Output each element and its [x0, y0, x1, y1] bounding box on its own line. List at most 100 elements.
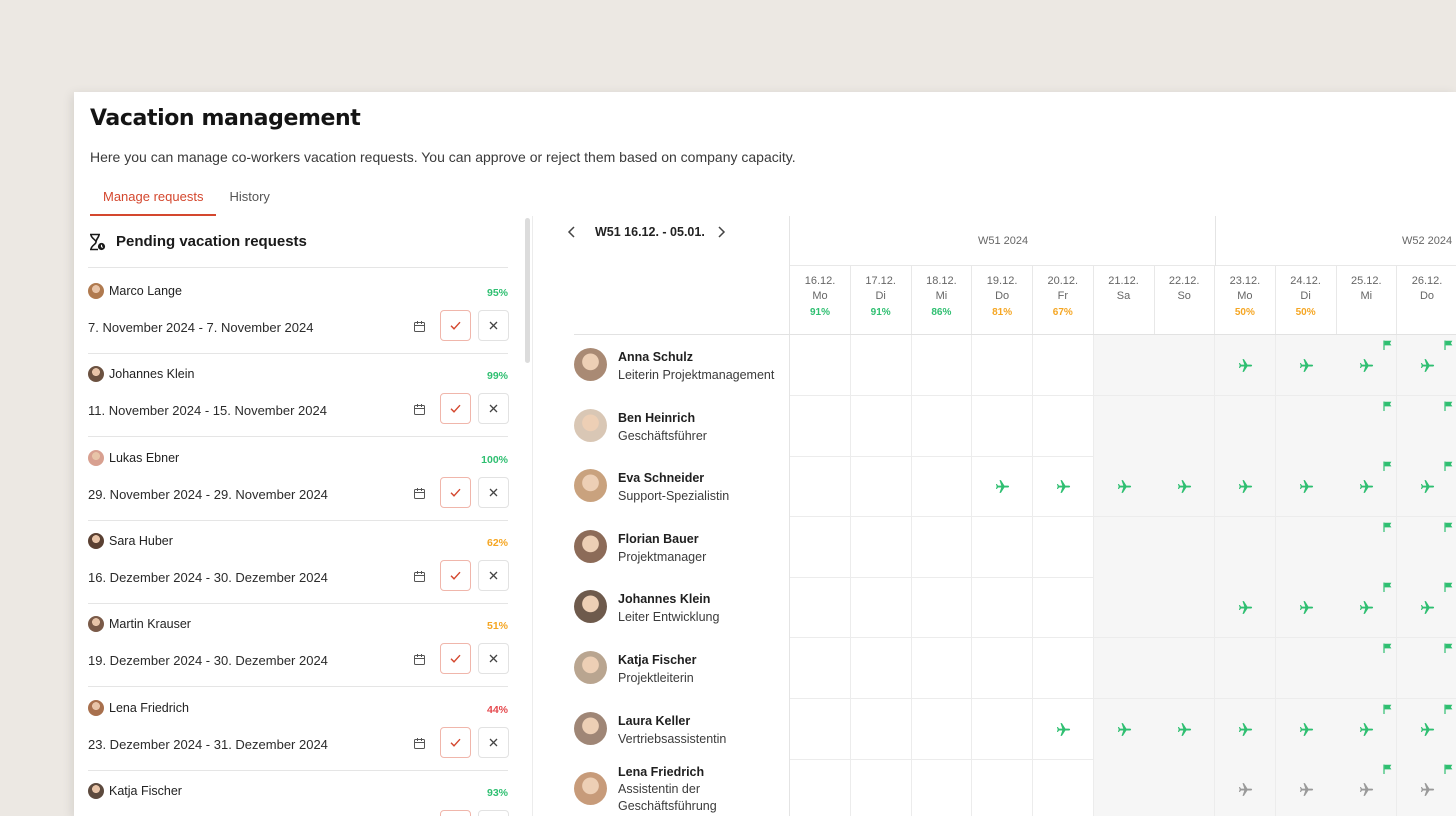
reject-button[interactable]	[478, 559, 509, 591]
calendar-cell[interactable]	[1336, 698, 1398, 760]
approve-button[interactable]	[440, 476, 471, 508]
calendar-cell[interactable]	[1032, 638, 1094, 699]
calendar-cell[interactable]	[850, 516, 912, 578]
calendar-cell[interactable]	[972, 638, 1034, 699]
calendar-cell[interactable]	[1093, 638, 1155, 699]
calendar-cell[interactable]	[911, 759, 973, 816]
calendar-cell[interactable]	[911, 638, 973, 699]
calendar-cell[interactable]	[972, 577, 1034, 639]
calendar-cell[interactable]	[1336, 759, 1398, 816]
calendar-cell[interactable]	[790, 698, 851, 760]
calendar-cell[interactable]	[1032, 395, 1094, 457]
calendar-cell[interactable]	[1397, 759, 1456, 816]
calendar-cell[interactable]	[911, 335, 973, 396]
calendar-cell[interactable]	[850, 395, 912, 457]
calendar-cell[interactable]	[790, 395, 851, 457]
calendar-cell[interactable]	[851, 759, 912, 816]
calendar-cell[interactable]	[1336, 577, 1398, 639]
calendar-cell[interactable]	[1154, 456, 1216, 518]
calendar-cell[interactable]	[1214, 698, 1276, 760]
calendar-cell[interactable]	[911, 516, 973, 578]
calendar-cell[interactable]	[1093, 395, 1155, 457]
calendar-cell[interactable]	[1154, 516, 1216, 578]
tab-manage-requests[interactable]: Manage requests	[90, 180, 217, 216]
calendar-cell[interactable]	[1093, 577, 1155, 639]
calendar-cell[interactable]	[911, 456, 973, 518]
calendar-cell[interactable]	[972, 698, 1034, 760]
calendar-cell[interactable]	[790, 335, 851, 396]
approve-button[interactable]	[440, 809, 471, 816]
calendar-cell[interactable]	[1397, 456, 1456, 518]
calendar-cell[interactable]	[1032, 516, 1094, 578]
calendar-cell[interactable]	[1336, 395, 1398, 457]
calendar-cell[interactable]	[972, 335, 1034, 396]
calendar-cell[interactable]	[1336, 335, 1398, 396]
approve-button[interactable]	[440, 726, 471, 758]
calendar-cell[interactable]	[1397, 395, 1456, 457]
scrollbar[interactable]	[525, 218, 530, 363]
calendar-cell[interactable]	[1154, 395, 1216, 457]
calendar-cell[interactable]	[972, 759, 1034, 816]
calendar-cell[interactable]	[1093, 516, 1155, 578]
calendar-cell[interactable]	[911, 577, 973, 639]
approve-button[interactable]	[440, 559, 471, 591]
calendar-cell[interactable]	[1275, 456, 1337, 518]
calendar-cell[interactable]	[1093, 759, 1155, 816]
calendar-cell[interactable]	[972, 456, 1034, 518]
reject-button[interactable]	[478, 310, 509, 341]
calendar-cell[interactable]	[1032, 456, 1094, 518]
calendar-cell[interactable]	[850, 335, 912, 396]
calendar-cell[interactable]	[1032, 577, 1094, 639]
calendar-cell[interactable]	[911, 698, 973, 760]
calendar-cell[interactable]	[1033, 759, 1094, 816]
calendar-icon[interactable]	[413, 487, 426, 500]
calendar-cell[interactable]	[1336, 456, 1398, 518]
calendar-cell[interactable]	[1397, 335, 1456, 396]
calendar-cell[interactable]	[1214, 456, 1276, 518]
tab-history[interactable]: History	[216, 180, 282, 216]
calendar-cell[interactable]	[850, 638, 912, 699]
calendar-cell[interactable]	[1275, 516, 1337, 578]
calendar-cell[interactable]	[850, 698, 912, 760]
calendar-cell[interactable]	[1397, 516, 1456, 578]
calendar-icon[interactable]	[413, 570, 426, 583]
calendar-cell[interactable]	[850, 577, 912, 639]
calendar-cell[interactable]	[1336, 638, 1398, 699]
calendar-cell[interactable]	[911, 395, 973, 457]
calendar-cell[interactable]	[790, 638, 851, 699]
calendar-cell[interactable]	[1275, 577, 1337, 639]
calendar-cell[interactable]	[1154, 638, 1216, 699]
calendar-cell[interactable]	[1093, 698, 1155, 760]
calendar-cell[interactable]	[1275, 638, 1337, 699]
calendar-icon[interactable]	[413, 403, 426, 416]
calendar-cell[interactable]	[972, 516, 1034, 578]
calendar-cell[interactable]	[1154, 335, 1216, 396]
calendar-cell[interactable]	[1397, 638, 1456, 699]
calendar-cell[interactable]	[790, 516, 851, 578]
chevron-right-icon[interactable]	[713, 224, 729, 240]
calendar-icon[interactable]	[413, 653, 426, 666]
approve-button[interactable]	[440, 310, 471, 341]
calendar-cell[interactable]	[1275, 698, 1337, 760]
calendar-icon[interactable]	[413, 737, 426, 750]
calendar-cell[interactable]	[1214, 577, 1276, 639]
chevron-left-icon[interactable]	[564, 224, 580, 240]
approve-button[interactable]	[440, 393, 471, 425]
calendar-cell[interactable]	[1275, 395, 1337, 457]
calendar-cell[interactable]	[1154, 759, 1216, 816]
calendar-cell[interactable]	[790, 456, 851, 518]
calendar-cell[interactable]	[790, 577, 851, 639]
calendar-cell[interactable]	[1214, 759, 1276, 816]
calendar-cell[interactable]	[1214, 516, 1276, 578]
approve-button[interactable]	[440, 643, 471, 675]
calendar-cell[interactable]	[790, 759, 851, 816]
calendar-cell[interactable]	[1214, 335, 1276, 396]
calendar-cell[interactable]	[1214, 638, 1276, 699]
calendar-cell[interactable]	[1214, 395, 1276, 457]
calendar-cell[interactable]	[1275, 335, 1337, 396]
reject-button[interactable]	[478, 809, 509, 816]
calendar-cell[interactable]	[1275, 759, 1337, 816]
calendar-cell[interactable]	[1397, 577, 1456, 639]
calendar-cell[interactable]	[1032, 698, 1094, 760]
reject-button[interactable]	[478, 476, 509, 508]
